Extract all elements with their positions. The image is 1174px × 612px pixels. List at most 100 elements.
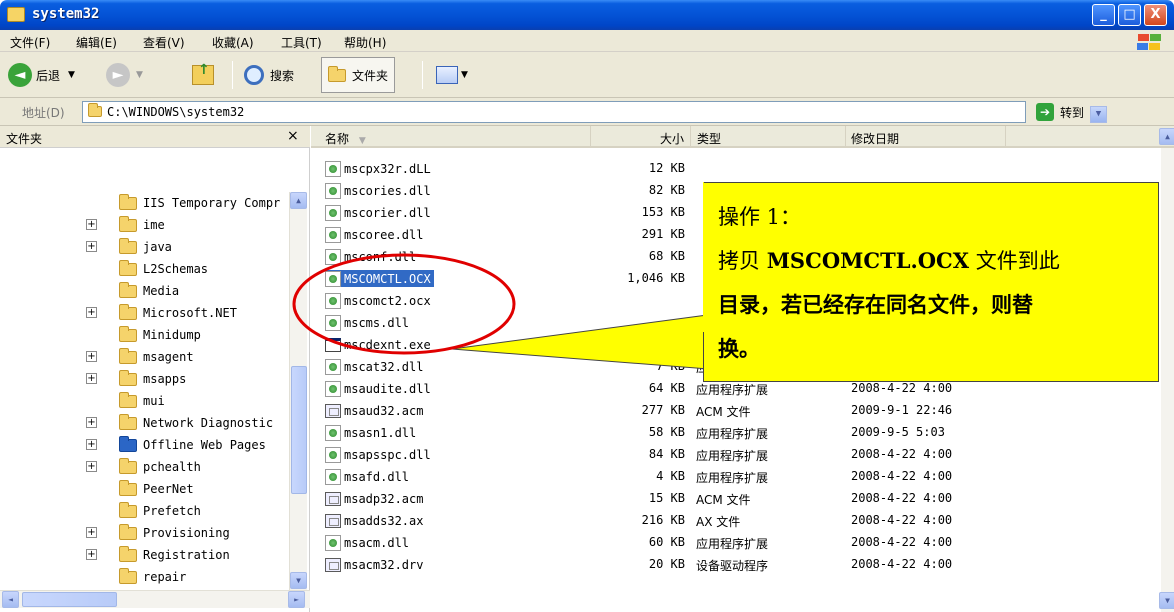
toolbar: ◄ 后退 ▼ ► ▼ ↑ 搜索 文件夹 ▼ <box>0 52 1174 98</box>
search-button[interactable]: 搜索 <box>244 60 294 90</box>
menu-favorites[interactable]: 收藏(A) <box>212 34 254 51</box>
file-name-cell[interactable]: mscorier.dll <box>325 204 434 221</box>
file-name: mscorier.dll <box>344 205 431 220</box>
tree-item[interactable]: + msagent <box>86 346 194 368</box>
file-name-cell[interactable]: msapsspc.dll <box>325 446 434 463</box>
file-name-cell[interactable]: MSCOMCTL.OCX <box>325 270 434 287</box>
scroll-up-button[interactable]: ▲ <box>1159 128 1174 145</box>
scroll-down-button[interactable]: ▼ <box>290 572 307 589</box>
file-row[interactable]: msacm.dll 60 KB 应用程序扩展 2008-4-22 4:00 <box>311 531 1161 553</box>
maximize-button[interactable]: □ <box>1118 4 1141 26</box>
expand-toggle-icon[interactable]: + <box>86 439 97 450</box>
menu-help[interactable]: 帮助(H) <box>344 34 386 51</box>
address-input[interactable]: C:\WINDOWS\system32 ▼ <box>82 101 1107 123</box>
file-name-cell[interactable]: mscories.dll <box>325 182 434 199</box>
folder-pane-vertical-scrollbar[interactable]: ▲ ▼ <box>289 192 307 590</box>
tree-item[interactable]: Prefetch <box>119 500 201 522</box>
tree-item[interactable]: IIS Temporary Compr <box>119 192 280 214</box>
column-name[interactable]: 名称 ▼ <box>311 126 591 148</box>
file-name-cell[interactable]: msacm32.drv <box>325 556 426 573</box>
expand-toggle-icon[interactable]: + <box>86 549 97 560</box>
menu-file[interactable]: 文件(F) <box>10 34 50 51</box>
file-list-vertical-scrollbar[interactable]: ▲ ▼ <box>1159 128 1174 612</box>
file-name-cell[interactable]: msaudite.dll <box>325 380 434 397</box>
expand-toggle-icon[interactable]: + <box>86 527 97 538</box>
file-name-cell[interactable]: mscms.dll <box>325 314 412 331</box>
file-row[interactable]: msafd.dll 4 KB 应用程序扩展 2008-4-22 4:00 <box>311 465 1161 487</box>
close-pane-button[interactable]: × <box>287 128 299 144</box>
scroll-down-button[interactable]: ▼ <box>1159 592 1174 609</box>
back-button[interactable]: ◄ 后退 ▼ <box>8 60 75 90</box>
tree-item[interactable]: L2Schemas <box>119 258 208 280</box>
file-row[interactable]: msacm32.drv 20 KB 设备驱动程序 2008-4-22 4:00 <box>311 553 1161 575</box>
expand-toggle-icon[interactable]: + <box>86 351 97 362</box>
title-bar[interactable]: system32 _ □ X <box>0 0 1174 30</box>
file-type: 设备驱动程序 <box>696 559 769 573</box>
file-name-cell[interactable]: msadds32.ax <box>325 512 426 529</box>
tree-item[interactable]: + Offline Web Pages <box>86 434 266 456</box>
views-button[interactable]: ▼ <box>436 60 468 90</box>
scroll-left-button[interactable]: ◄ <box>2 591 19 608</box>
column-size[interactable]: 大小 <box>591 126 691 148</box>
go-button[interactable]: ➔ 转到 <box>1036 103 1084 121</box>
expand-toggle-icon[interactable]: + <box>86 417 97 428</box>
column-type[interactable]: 类型 <box>691 126 846 148</box>
file-row[interactable]: msasn1.dll 58 KB 应用程序扩展 2009-9-5 5:03 <box>311 421 1161 443</box>
expand-toggle-icon[interactable]: + <box>86 219 97 230</box>
file-name-cell[interactable]: mscpx32r.dLL <box>325 160 434 177</box>
scroll-thumb[interactable] <box>291 366 307 494</box>
tree-item[interactable]: Media <box>119 280 179 302</box>
up-folder-button[interactable]: ↑ <box>192 60 214 90</box>
file-row[interactable]: msadds32.ax 216 KB AX 文件 2008-4-22 4:00 <box>311 509 1161 531</box>
folder-pane-horizontal-scrollbar[interactable]: ◄ ► <box>0 590 310 608</box>
expand-toggle-icon[interactable]: + <box>86 241 97 252</box>
scroll-up-button[interactable]: ▲ <box>290 192 307 209</box>
close-button[interactable]: X <box>1144 4 1167 26</box>
expand-toggle-icon[interactable]: + <box>86 373 97 384</box>
search-label: 搜索 <box>270 68 295 83</box>
file-row[interactable]: mscpx32r.dLL 12 KB <box>311 157 1161 179</box>
menu-edit[interactable]: 编辑(E) <box>76 34 117 51</box>
file-name-cell[interactable]: msacm.dll <box>325 534 412 551</box>
forward-arrow-icon: ► <box>106 63 130 87</box>
callout-text: 拷贝 <box>718 249 767 273</box>
file-name-cell[interactable]: msafd.dll <box>325 468 412 485</box>
folders-button[interactable]: 文件夹 <box>321 57 396 93</box>
file-name-cell[interactable]: mscoree.dll <box>325 226 426 243</box>
file-name-cell[interactable]: msasn1.dll <box>325 424 419 441</box>
tree-item[interactable]: + Provisioning <box>86 522 230 544</box>
file-name-cell[interactable]: msconf.dll <box>325 248 419 265</box>
tree-item[interactable]: + Network Diagnostic <box>86 412 273 434</box>
column-date[interactable]: 修改日期 <box>846 126 1006 148</box>
tree-item[interactable]: + pchealth <box>86 456 201 478</box>
file-name-cell[interactable]: mscomct2.ocx <box>325 292 434 309</box>
tree-item[interactable]: PeerNet <box>119 478 194 500</box>
tree-item[interactable]: + msapps <box>86 368 186 390</box>
tree-item[interactable]: Minidump <box>119 324 201 346</box>
dll-file-icon <box>325 248 341 265</box>
file-row[interactable]: msaud32.acm 277 KB ACM 文件 2009-9-1 22:46 <box>311 399 1161 421</box>
file-row[interactable]: msadp32.acm 15 KB ACM 文件 2008-4-22 4:00 <box>311 487 1161 509</box>
file-row[interactable]: msapsspc.dll 84 KB 应用程序扩展 2008-4-22 4:00 <box>311 443 1161 465</box>
tree-item-label: msagent <box>143 350 194 364</box>
menu-view[interactable]: 查看(V) <box>143 34 185 51</box>
scroll-right-button[interactable]: ► <box>288 591 305 608</box>
minimize-button[interactable]: _ <box>1092 4 1115 26</box>
tree-item[interactable]: mui <box>119 390 165 412</box>
tree-item[interactable]: + ime <box>86 214 165 236</box>
file-name-cell[interactable]: msadp32.acm <box>325 490 426 507</box>
expand-toggle-icon[interactable]: + <box>86 461 97 472</box>
tree-item[interactable]: + Microsoft.NET <box>86 302 237 324</box>
forward-button[interactable]: ► ▼ <box>106 60 143 90</box>
tree-item[interactable]: + java <box>86 236 172 258</box>
file-name-cell[interactable]: mscdexnt.exe <box>325 336 434 353</box>
address-dropdown-button[interactable]: ▼ <box>1090 106 1107 123</box>
scroll-thumb[interactable] <box>22 592 117 607</box>
file-name-cell[interactable]: msaud32.acm <box>325 402 426 419</box>
file-name-cell[interactable]: mscat32.dll <box>325 358 426 375</box>
expand-toggle-icon[interactable]: + <box>86 307 97 318</box>
file-type: ACM 文件 <box>696 493 751 507</box>
menu-tools[interactable]: 工具(T) <box>281 34 322 51</box>
tree-item[interactable]: + Registration <box>86 544 230 566</box>
tree-item[interactable]: repair <box>119 566 186 588</box>
